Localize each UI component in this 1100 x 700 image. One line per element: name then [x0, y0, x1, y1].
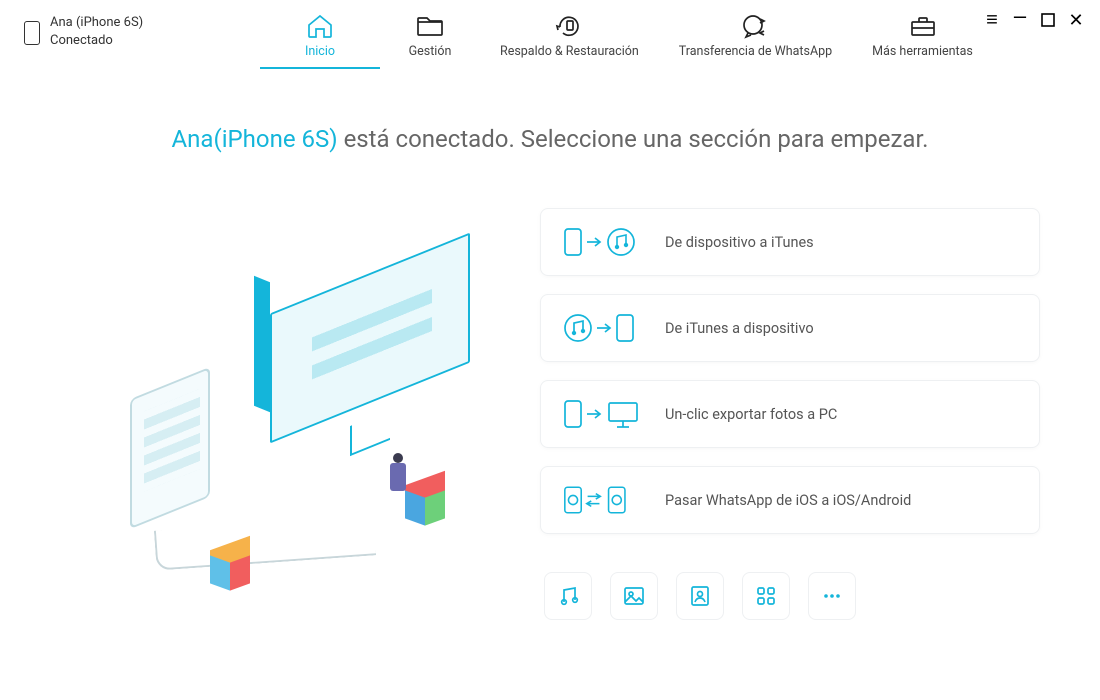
- action-cards: De dispositivo a iTunes De iTunes a disp…: [540, 193, 1040, 620]
- illustration: [60, 193, 510, 593]
- illustration-cable: [154, 515, 376, 570]
- itunes-to-device-icon: [563, 311, 645, 345]
- backup-icon: [555, 12, 583, 40]
- device-to-itunes-icon: [563, 225, 645, 259]
- folder-icon: [415, 12, 445, 40]
- card-label: Un-clic exportar fotos a PC: [665, 406, 837, 423]
- maximize-button[interactable]: [1038, 10, 1058, 30]
- nav-whatsapp-label: Transferencia de WhatsApp: [679, 44, 832, 59]
- device-status: Conectado: [50, 32, 143, 50]
- card-whatsapp-transfer[interactable]: Pasar WhatsApp de iOS a iOS/Android: [540, 466, 1040, 534]
- card-label: De iTunes a dispositivo: [665, 320, 814, 337]
- whatsapp-transfer-card-icon: [563, 483, 645, 517]
- device-name: Ana (iPhone 6S): [50, 14, 143, 32]
- nav-manage-label: Gestión: [409, 44, 452, 59]
- card-label: De dispositivo a iTunes: [665, 234, 814, 251]
- nav-tools-label: Más herramientas: [872, 44, 973, 59]
- menu-icon[interactable]: ≡: [982, 10, 1002, 30]
- home-icon: [306, 12, 334, 40]
- quick-photos-button[interactable]: [610, 572, 658, 620]
- whatsapp-transfer-icon: [740, 12, 770, 40]
- illustration-monitor: [270, 273, 470, 443]
- window-controls: ≡ – ✕: [982, 10, 1086, 30]
- quick-actions: [540, 572, 1040, 620]
- quick-more-button[interactable]: [808, 572, 856, 620]
- close-button[interactable]: ✕: [1066, 10, 1086, 30]
- card-export-photos[interactable]: Un-clic exportar fotos a PC: [540, 380, 1040, 448]
- photos-to-pc-icon: [563, 397, 645, 431]
- quick-contacts-button[interactable]: [676, 572, 724, 620]
- illustration-person: [390, 453, 406, 497]
- connected-device-pill[interactable]: Ana (iPhone 6S) Conectado: [14, 0, 234, 49]
- phone-icon: [24, 21, 40, 45]
- quick-music-button[interactable]: [544, 572, 592, 620]
- top-nav: Inicio Gestión Respaldo & Restauración T…: [260, 0, 993, 69]
- hero-device: Ana(iPhone 6S): [172, 125, 338, 153]
- nav-home-label: Inicio: [305, 44, 335, 59]
- main-area: De dispositivo a iTunes De iTunes a disp…: [0, 153, 1100, 620]
- hero-suffix: está conectado. Seleccione una sección p…: [338, 125, 929, 153]
- minimize-button[interactable]: –: [1010, 6, 1030, 26]
- nav-home[interactable]: Inicio: [260, 0, 380, 69]
- topbar: Ana (iPhone 6S) Conectado Inicio Gestión…: [0, 0, 1100, 75]
- nav-backup-label: Respaldo & Restauración: [500, 44, 639, 59]
- card-itunes-to-device[interactable]: De iTunes a dispositivo: [540, 294, 1040, 362]
- card-label: Pasar WhatsApp de iOS a iOS/Android: [665, 492, 911, 509]
- illustration-cubes: [210, 543, 250, 583]
- device-text: Ana (iPhone 6S) Conectado: [50, 14, 143, 49]
- nav-tools[interactable]: Más herramientas: [852, 0, 993, 69]
- card-device-to-itunes[interactable]: De dispositivo a iTunes: [540, 208, 1040, 276]
- toolbox-icon: [909, 12, 937, 40]
- illustration-phone: [130, 367, 210, 529]
- hero-heading: Ana(iPhone 6S) está conectado. Seleccion…: [0, 125, 1100, 153]
- nav-manage[interactable]: Gestión: [380, 0, 480, 69]
- nav-backup[interactable]: Respaldo & Restauración: [480, 0, 659, 69]
- quick-apps-button[interactable]: [742, 572, 790, 620]
- nav-whatsapp[interactable]: Transferencia de WhatsApp: [659, 0, 852, 69]
- illustration-cubes: [405, 478, 445, 518]
